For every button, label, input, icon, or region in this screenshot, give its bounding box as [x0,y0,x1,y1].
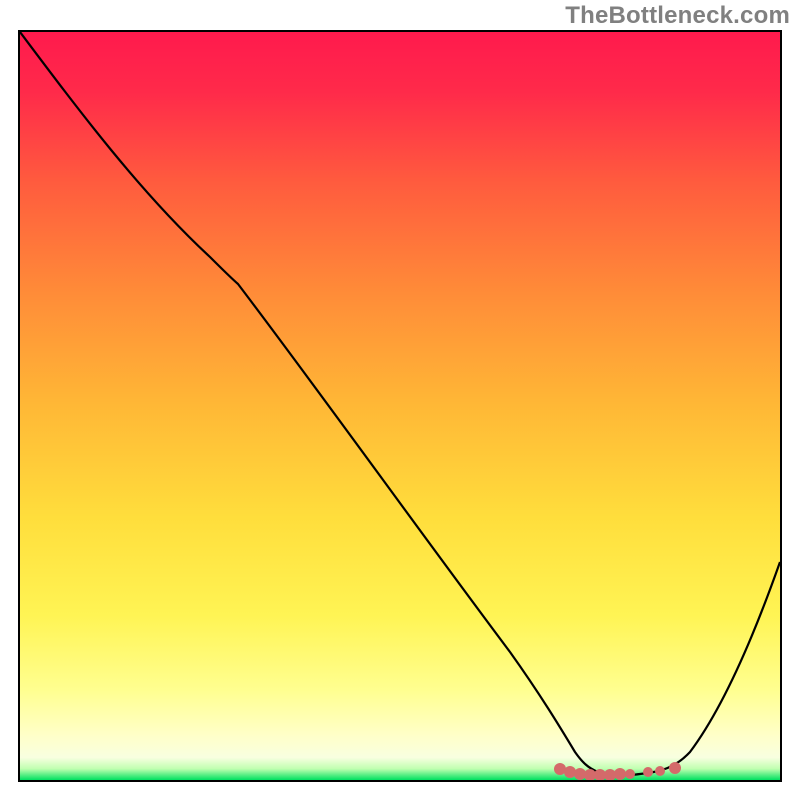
chart-frame: TheBottleneck.com [0,0,800,800]
bottleneck-curve [20,32,780,780]
curve-path [20,32,780,775]
watermark-text: TheBottleneck.com [565,2,790,30]
plot-area [18,30,782,782]
bottom-dots [554,762,681,780]
